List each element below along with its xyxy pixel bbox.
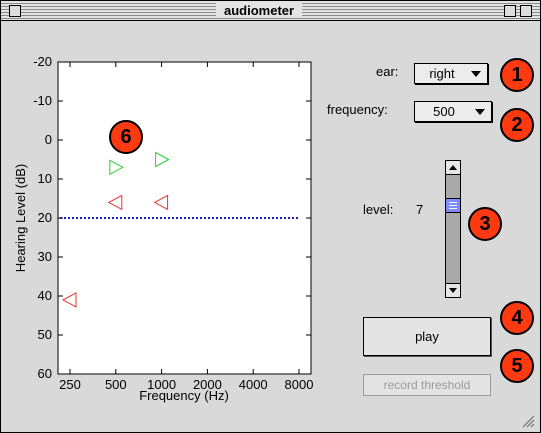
- arrow-up-icon: [449, 165, 457, 170]
- callout-badge-2: 2: [500, 108, 534, 142]
- audiometer-window: audiometer Hearing Level (dB) Frequency …: [0, 0, 541, 433]
- ear-select[interactable]: right: [414, 63, 488, 84]
- window-title: audiometer: [216, 3, 303, 18]
- x-tick-label: 500: [105, 377, 127, 392]
- y-tick-label: 20: [38, 210, 52, 225]
- chevron-down-icon: [471, 71, 481, 77]
- y-tick-label: 10: [38, 171, 52, 186]
- slider-down-arrow[interactable]: [446, 283, 460, 297]
- slider-thumb[interactable]: [446, 197, 460, 213]
- collapse-box-icon[interactable]: [520, 5, 532, 17]
- play-button[interactable]: play: [363, 317, 491, 356]
- callout-badge-5: 5: [500, 349, 534, 383]
- ear-label: ear:: [376, 64, 399, 79]
- chevron-down-icon: [475, 109, 485, 115]
- callout-badge-1: 1: [500, 58, 534, 92]
- callout-badge-6: 6: [109, 120, 143, 154]
- x-tick-label: 1000: [147, 377, 176, 392]
- x-tick-label: 2000: [193, 377, 222, 392]
- callout-badge-4: 4: [500, 301, 534, 335]
- level-label: level:: [363, 202, 394, 217]
- y-tick-label: -20: [33, 54, 52, 69]
- x-tick-label: 8000: [285, 377, 314, 392]
- callout-badge-3: 3: [468, 207, 502, 241]
- level-value: 7: [416, 202, 424, 217]
- window-content: Hearing Level (dB) Frequency (Hz) -20 -10…: [3, 22, 537, 430]
- y-tick-label: 50: [38, 327, 52, 342]
- resize-grip-icon[interactable]: [521, 414, 535, 428]
- y-tick-label: 40: [38, 288, 52, 303]
- x-tick-label: 4000: [239, 377, 268, 392]
- record-threshold-button[interactable]: record threshold: [363, 374, 491, 396]
- x-tick-label: 250: [59, 377, 81, 392]
- zoom-box-icon[interactable]: [504, 5, 516, 17]
- y-tick-label: 60: [38, 366, 52, 381]
- frequency-label: frequency:: [327, 102, 388, 117]
- title-bar[interactable]: audiometer: [1, 1, 540, 21]
- frequency-select[interactable]: 500: [414, 101, 492, 122]
- frequency-select-value: 500: [433, 104, 455, 119]
- arrow-down-icon: [449, 288, 457, 293]
- level-slider[interactable]: [445, 160, 461, 298]
- close-box-icon[interactable]: [9, 5, 21, 17]
- ear-select-value: right: [429, 66, 455, 81]
- y-axis-label: Hearing Level (dB): [13, 164, 28, 272]
- slider-up-arrow[interactable]: [446, 161, 460, 175]
- y-tick-label: 30: [38, 249, 52, 264]
- y-tick-label: -10: [33, 93, 52, 108]
- y-tick-label: 0: [45, 132, 52, 147]
